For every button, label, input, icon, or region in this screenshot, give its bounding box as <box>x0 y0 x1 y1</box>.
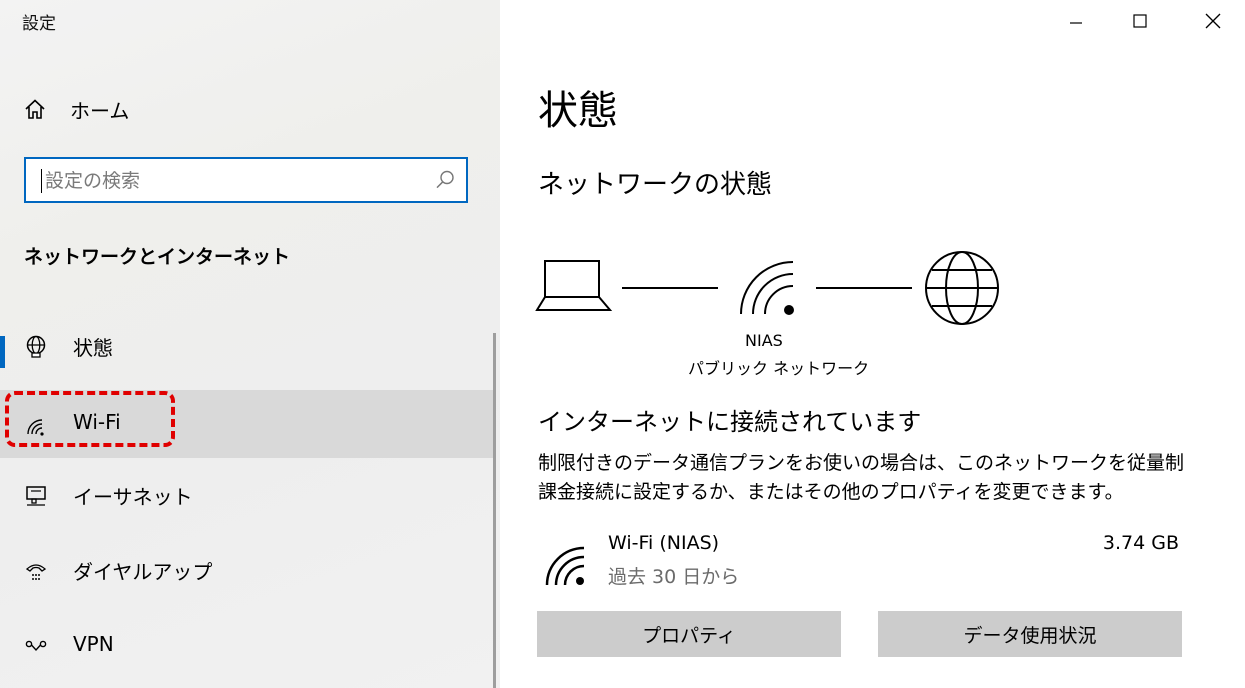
search-icon[interactable] <box>434 169 456 191</box>
globe-icon <box>925 251 999 325</box>
app-title: 設定 <box>22 14 56 34</box>
sidebar-scrollbar[interactable] <box>493 333 496 688</box>
dialup-icon <box>25 564 47 580</box>
active-indicator <box>0 336 5 368</box>
network-type: パブリック ネットワーク <box>688 359 870 378</box>
properties-button[interactable]: プロパティ <box>537 611 841 657</box>
minimize-button[interactable] <box>1053 4 1099 38</box>
laptop-icon <box>535 260 613 311</box>
vpn-icon <box>25 640 47 652</box>
close-button[interactable] <box>1190 4 1236 38</box>
network-diagram <box>535 251 999 325</box>
sidebar-item-label: ダイヤルアップ <box>73 560 213 584</box>
usage-period: 過去 30 日から <box>608 566 740 588</box>
sidebar-item-label: イーサネット <box>73 485 193 509</box>
wifi-usage-icon <box>545 546 585 586</box>
sidebar-item-label: VPN <box>73 632 114 656</box>
usage-amount: 3.74 GB <box>1102 532 1179 554</box>
data-usage-button[interactable]: データ使用状況 <box>878 611 1182 657</box>
search-input[interactable] <box>43 159 427 203</box>
page-title: 状態 <box>538 88 618 134</box>
sidebar-item-vpn[interactable]: VPN <box>0 616 496 678</box>
section-title: ネットワークとインターネット <box>24 246 291 268</box>
home-icon <box>25 99 45 119</box>
annotation-highlight <box>5 391 175 447</box>
sidebar-item-status[interactable]: 状態 <box>0 316 496 378</box>
connection-status: インターネットに接続されています <box>538 408 922 436</box>
main-content: 状態 ネットワークの状態 NIAS パブリック ネットワーク インターネットに接… <box>500 0 1245 688</box>
network-status-heading: ネットワークの状態 <box>538 170 773 200</box>
maximize-button[interactable] <box>1117 4 1163 38</box>
ethernet-icon <box>26 486 46 506</box>
sidebar-item-dialup[interactable]: ダイヤルアップ <box>0 540 496 602</box>
text-caret <box>41 169 42 193</box>
wifi-signal-icon <box>740 261 794 315</box>
maximize-icon <box>1133 14 1147 28</box>
home-label: ホーム <box>70 98 130 123</box>
sidebar-item-ethernet[interactable]: イーサネット <box>0 465 496 527</box>
network-name: NIAS <box>745 331 783 350</box>
sidebar: 設定 ホーム ネットワークとインターネット 状態 <box>0 0 500 688</box>
usage-network-name: Wi-Fi (NIAS) <box>608 532 720 554</box>
close-icon <box>1205 13 1221 29</box>
minimize-icon <box>1070 22 1082 24</box>
sidebar-item-label: 状態 <box>73 336 113 360</box>
connection-description: 制限付きのデータ通信プランをお使いの場合は、このネットワークを従量制課金接続に設… <box>538 452 1185 503</box>
search-box[interactable] <box>24 157 468 203</box>
home-link[interactable]: ホーム <box>24 92 129 126</box>
globe-monitor-icon <box>26 335 46 358</box>
